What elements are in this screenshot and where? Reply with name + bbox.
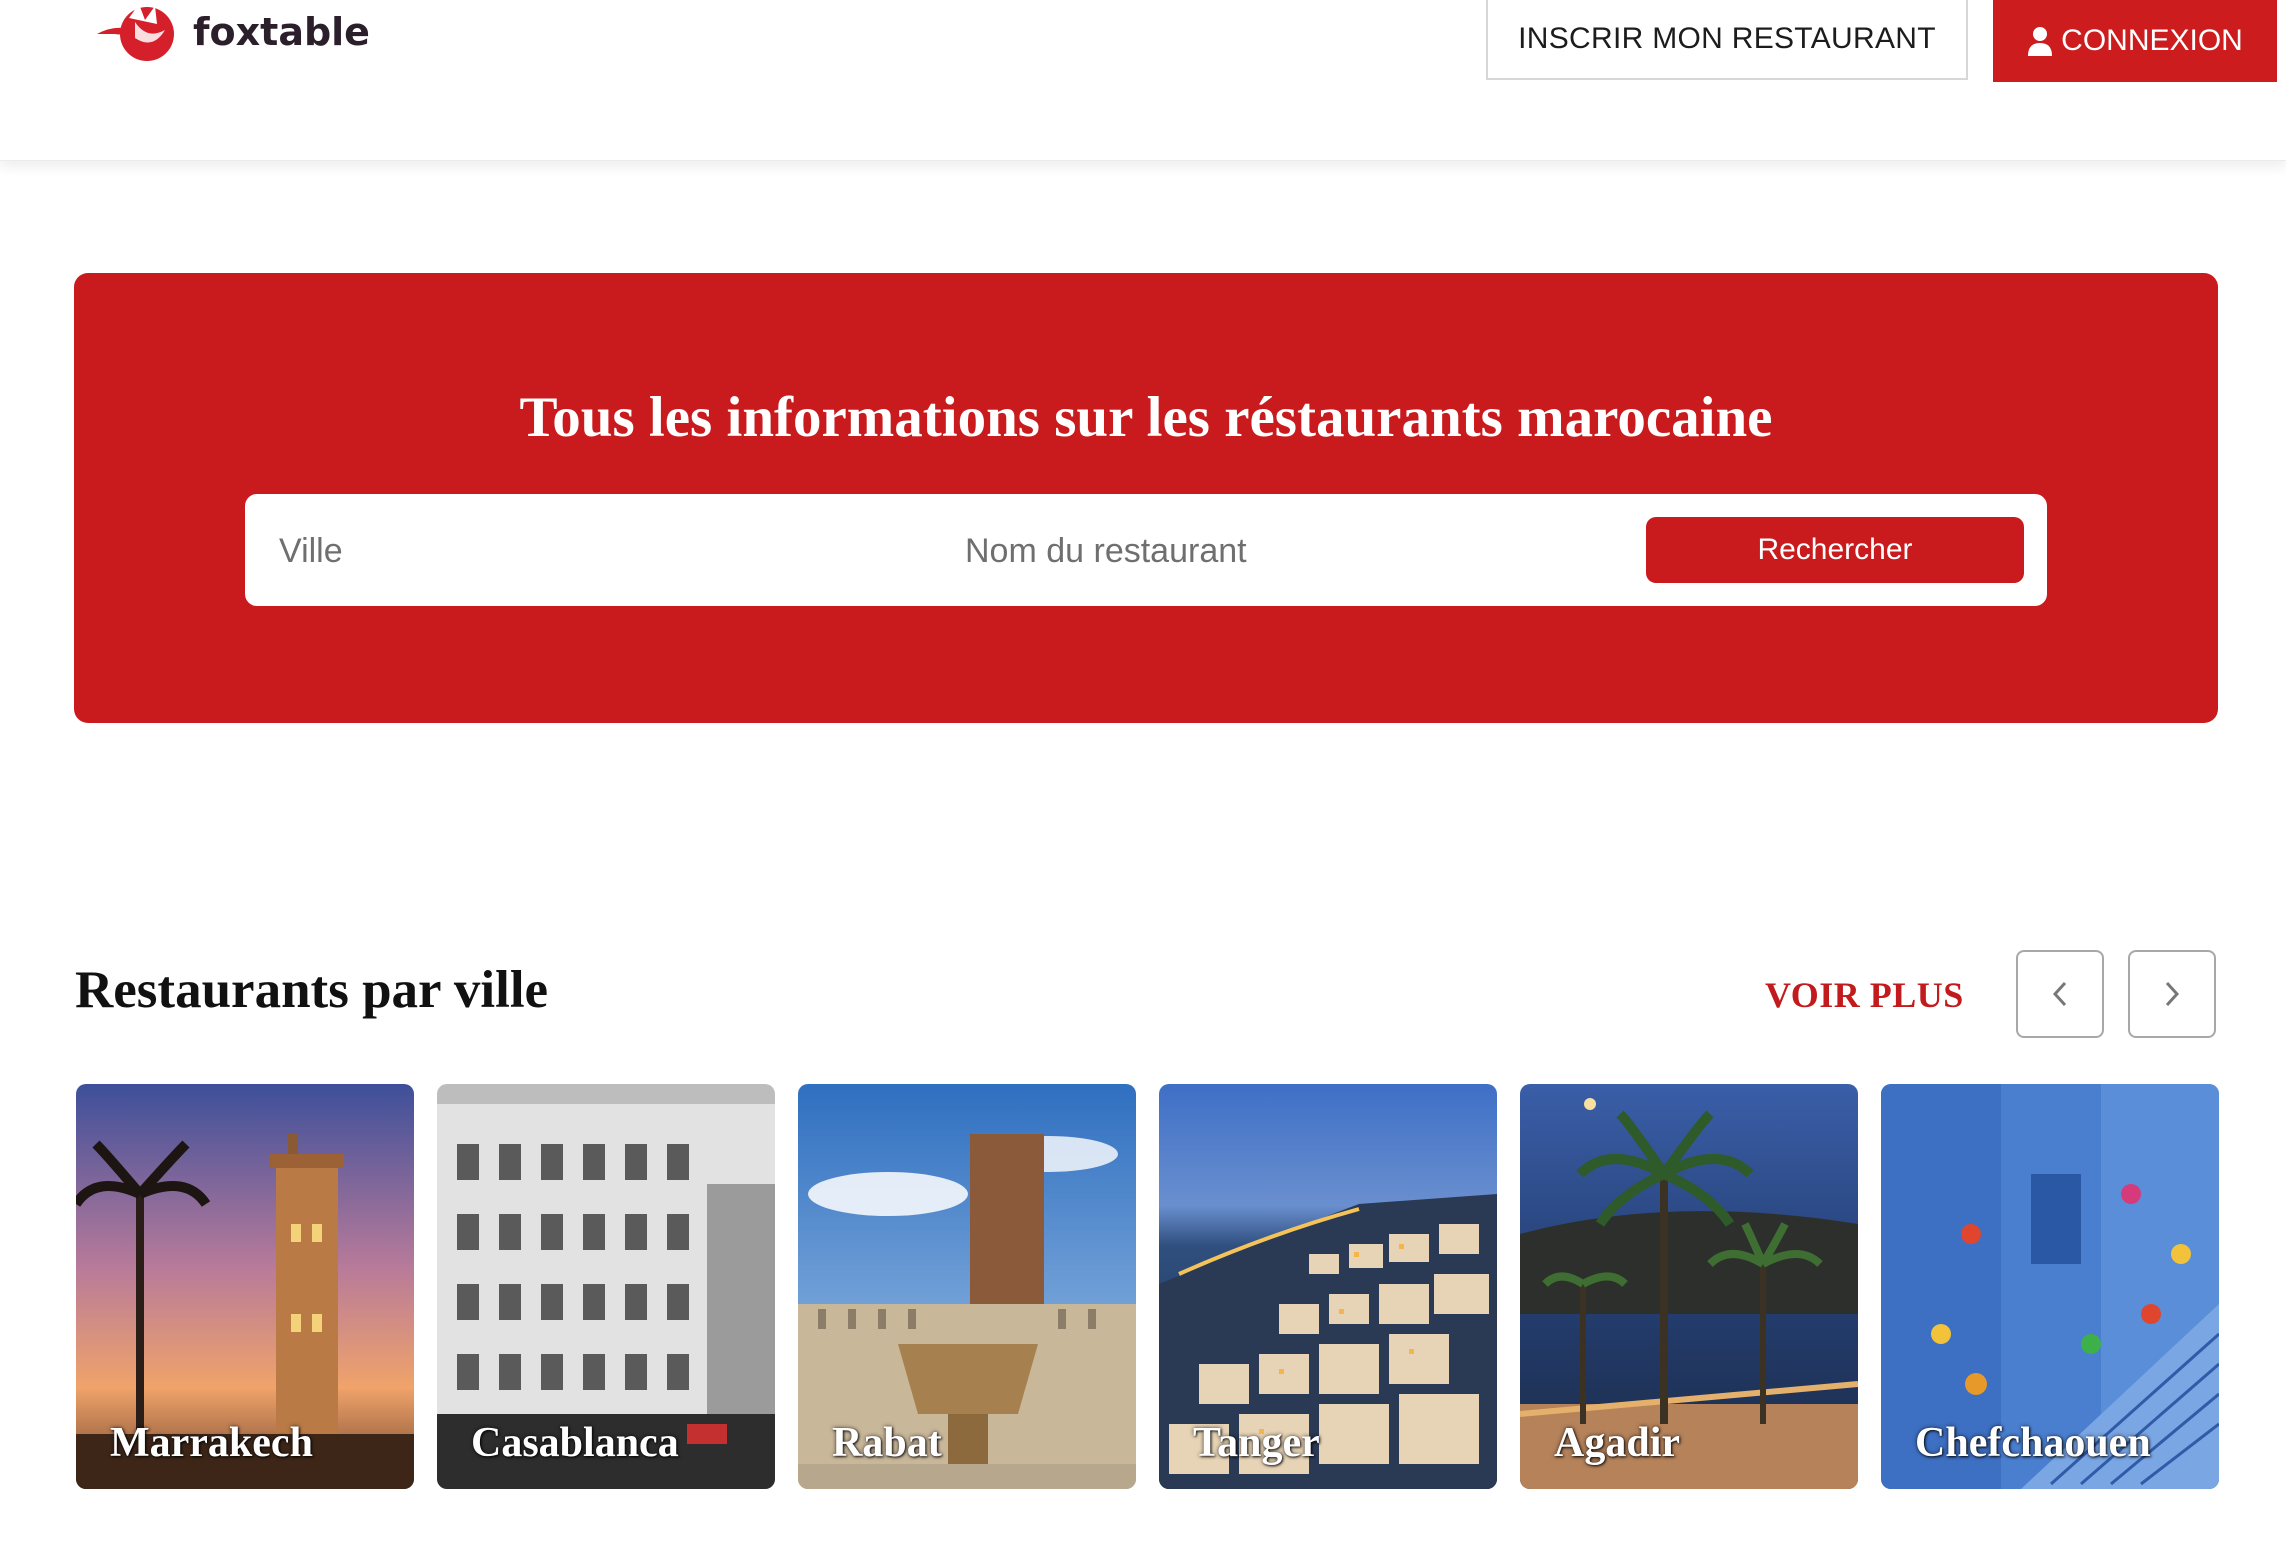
section-title: Restaurants par ville	[75, 961, 549, 1019]
fox-logo-icon	[97, 4, 174, 61]
site-header: foxtable INSCRIR MON RESTAURANT CONNEXIO…	[0, 0, 2286, 161]
hero-title: Tous les informations sur les réstaurant…	[519, 386, 1773, 449]
city-card-tanger[interactable]: Tanger	[1159, 1084, 1497, 1489]
city-card-marrakech[interactable]: Marrakech	[76, 1084, 414, 1489]
city-input[interactable]	[277, 514, 881, 588]
city-name: Agadir	[1554, 1420, 1680, 1466]
carousel-next-button[interactable]	[2128, 950, 2216, 1038]
hero-banner: Tous les informations sur les réstaurant…	[74, 273, 2218, 723]
city-name: Chefchaouen	[1915, 1420, 2151, 1466]
city-card-agadir[interactable]: Agadir	[1520, 1084, 1858, 1489]
city-card-chefchaouen[interactable]: Chefchaouen	[1881, 1084, 2219, 1489]
city-name: Tanger	[1193, 1420, 1320, 1466]
see-more-link[interactable]: VOIR PLUS	[1765, 974, 1964, 1016]
carousel-prev-button[interactable]	[2016, 950, 2104, 1038]
login-label: CONNEXION	[2061, 24, 2243, 57]
user-icon	[2028, 27, 2053, 56]
city-name: Casablanca	[471, 1420, 679, 1466]
restaurant-name-input[interactable]	[963, 514, 1427, 588]
chevron-left-icon	[2052, 981, 2067, 1007]
search-button-label: Rechercher	[1757, 533, 1913, 566]
city-name: Marrakech	[110, 1420, 313, 1466]
register-restaurant-button[interactable]: INSCRIR MON RESTAURANT	[1486, 0, 1968, 80]
login-button[interactable]: CONNEXION	[1993, 0, 2277, 82]
logo[interactable]: foxtable	[95, 0, 370, 66]
city-card-casablanca[interactable]: Casablanca	[437, 1084, 775, 1489]
brand-name: foxtable	[193, 10, 370, 54]
search-button[interactable]: Rechercher	[1646, 517, 2024, 583]
city-name: Rabat	[832, 1420, 942, 1466]
register-restaurant-label: INSCRIR MON RESTAURANT	[1518, 22, 1936, 55]
chevron-right-icon	[2165, 981, 2180, 1007]
search-bar: Rechercher	[245, 494, 2047, 606]
city-card-rabat[interactable]: Rabat	[798, 1084, 1136, 1489]
